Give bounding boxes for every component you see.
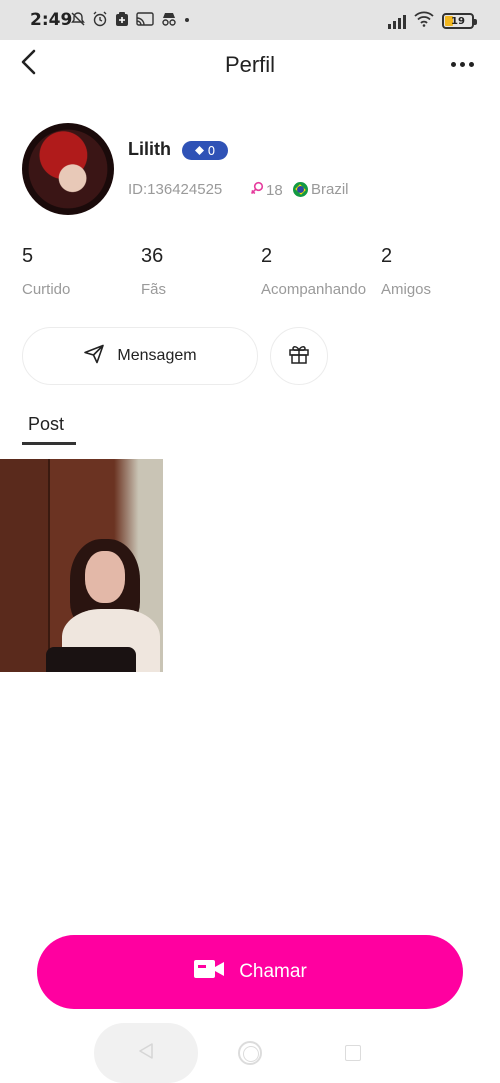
call-label: Chamar <box>239 961 307 982</box>
incognito-icon <box>160 11 178 31</box>
battery-icon: 19 <box>442 13 477 29</box>
status-time: 2:49 <box>30 10 73 30</box>
age-value: 18 <box>266 181 283 199</box>
level-value: 0 <box>207 143 216 158</box>
stat-label: Curtido <box>22 281 71 298</box>
wifi-icon <box>414 11 434 31</box>
status-icons-left <box>70 11 190 31</box>
message-button[interactable]: Mensagem <box>22 327 258 385</box>
signal-icon <box>388 13 406 29</box>
username: Lilith <box>128 139 171 159</box>
stat-label: Acompanhando <box>261 281 367 298</box>
stat-friends[interactable]: 2 Amigos <box>381 245 500 302</box>
stat-fans[interactable]: 36 Fãs <box>141 245 261 302</box>
video-camera-icon <box>193 957 225 987</box>
message-label: Mensagem <box>117 347 197 364</box>
stat-value: 2 <box>261 245 273 267</box>
avatar[interactable] <box>22 123 114 215</box>
notifications-off-icon <box>70 11 86 31</box>
app-icon <box>114 11 130 31</box>
stat-following[interactable]: 2 Acompanhando <box>261 245 375 302</box>
system-nav-bar <box>0 1020 500 1083</box>
nav-back-button[interactable] <box>94 1023 198 1083</box>
tab-post[interactable]: Post <box>28 414 64 435</box>
alarm-icon <box>92 11 108 31</box>
cast-icon <box>136 11 154 31</box>
stat-value: 5 <box>22 245 34 267</box>
nav-home-button[interactable] <box>238 1041 262 1065</box>
nav-recent-button[interactable] <box>345 1045 361 1061</box>
status-icons-right: 19 <box>388 11 477 31</box>
brazil-flag-icon <box>293 182 308 197</box>
stat-likes[interactable]: 5 Curtido <box>22 245 142 302</box>
call-button[interactable]: Chamar <box>37 935 463 1009</box>
battery-level: 19 <box>451 15 465 27</box>
level-badge: 0 <box>182 141 228 160</box>
header: Perfil <box>0 40 500 92</box>
stat-value: 2 <box>381 245 393 267</box>
status-bar: 2:49 19 <box>0 0 500 40</box>
post-thumbnail[interactable] <box>0 459 163 672</box>
stat-label: Amigos <box>381 281 432 298</box>
user-id: ID:136424525 <box>128 181 223 198</box>
gift-button[interactable] <box>270 327 328 385</box>
more-icon <box>450 61 456 67</box>
country-name: Brazil <box>311 181 349 198</box>
send-icon <box>83 344 105 369</box>
diamond-icon <box>194 144 204 158</box>
more-button[interactable] <box>446 52 478 76</box>
female-icon <box>250 181 264 199</box>
stat-value: 36 <box>141 245 164 267</box>
age: 18 <box>250 181 283 199</box>
tab-underline <box>22 442 76 445</box>
stat-label: Fãs <box>141 281 167 298</box>
gift-icon <box>287 342 311 370</box>
page-title: Perfil <box>224 52 276 77</box>
country: Brazil <box>293 181 349 198</box>
triangle-back-icon <box>138 1043 154 1063</box>
dot-icon <box>184 11 190 31</box>
